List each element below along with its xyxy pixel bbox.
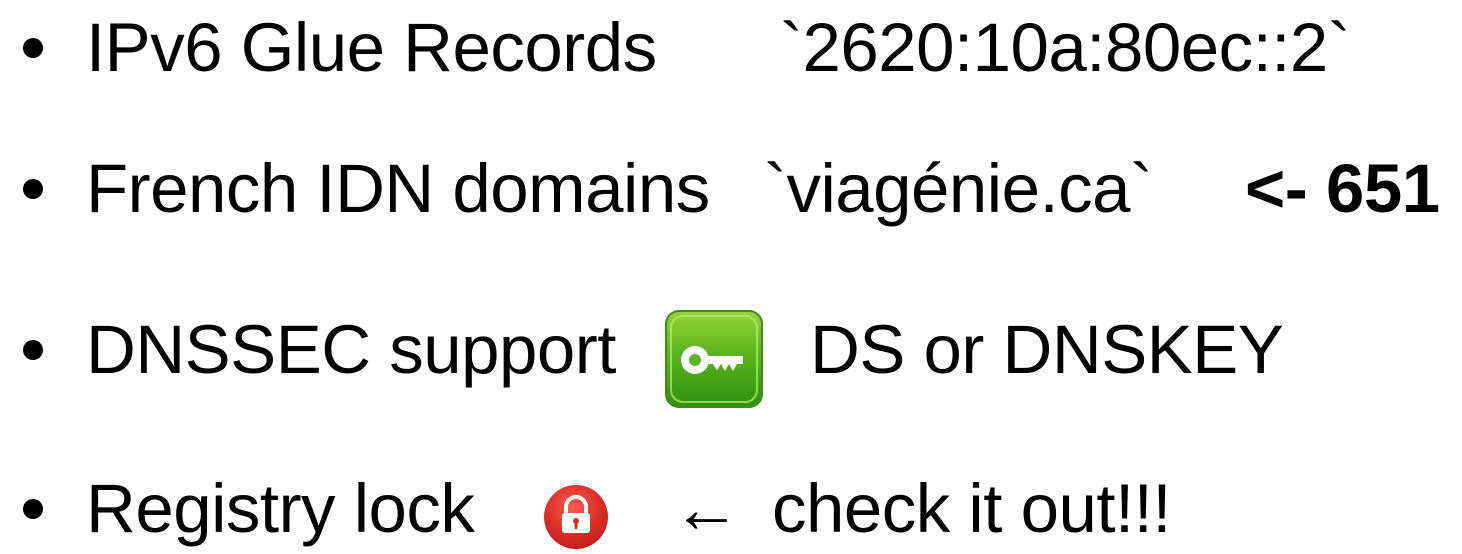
- bullet-label: IPv6 Glue Records: [86, 9, 657, 86]
- bullet-detail: `2620:10a:80ec::2`: [780, 9, 1351, 86]
- bullet-detail: `viagénie.ca`: [764, 150, 1153, 227]
- bullet-detail: DS or DNSKEY: [810, 311, 1284, 388]
- bullet-item-ipv6: IPv6 Glue Records `2620:10a:80ec::2`: [0, 0, 1462, 96]
- bullet-detail: check it out!!!: [772, 470, 1172, 547]
- bullet-dot: [23, 499, 43, 519]
- left-arrow-icon: ←: [672, 470, 741, 547]
- lock-icon: [544, 485, 608, 549]
- bullet-item-french-idn: French IDN domains `viagénie.ca` <- 651: [0, 141, 1462, 237]
- bullet-dot: [23, 340, 43, 360]
- bullet-label: Registry lock: [86, 470, 475, 547]
- slide: IPv6 Glue Records `2620:10a:80ec::2` Fre…: [0, 0, 1462, 554]
- bullet-item-registry-lock: Registry lock ← check it out!!!: [0, 461, 1462, 554]
- key-icon: [665, 310, 763, 408]
- bullet-dot: [23, 38, 43, 58]
- bullet-item-dnssec: DNSSEC support DS or DNSKEY: [0, 302, 1462, 408]
- bullet-label: French IDN domains: [86, 150, 710, 227]
- bullet-label: DNSSEC support: [86, 311, 616, 388]
- bullet-extra: <- 651: [1245, 150, 1440, 227]
- bullet-dot: [23, 179, 43, 199]
